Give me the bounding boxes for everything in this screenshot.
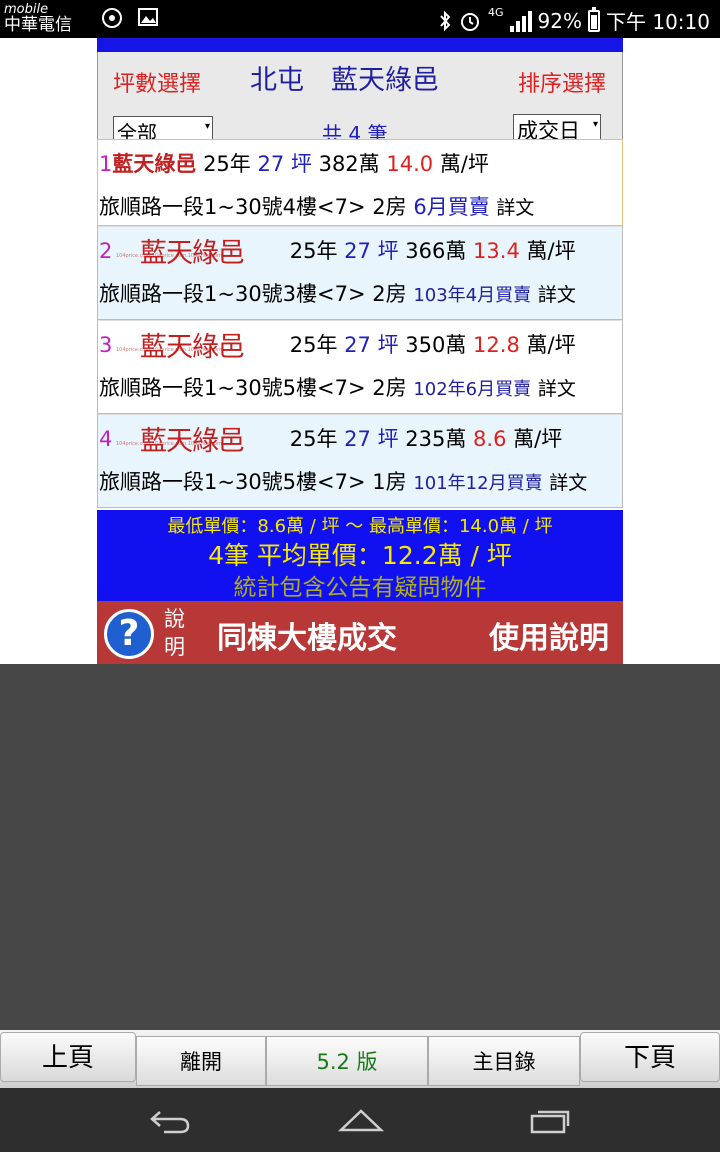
alarm-icon [461,12,480,31]
average-price: 4筆 平均單價：12.2萬 / 坪 [208,541,512,570]
address: 旅順路一段1~30號5樓<7> 1房 [99,470,407,494]
watermark-name: 藍天綠邑 [140,426,245,457]
stats-note: 統計包含公告有疑問物件 [233,575,487,601]
list-item[interactable]: 4 25年 27 坪 235萬 8.6 萬/坪 104price.com.104… [97,414,623,508]
usage-guide-link[interactable]: 使用說明 [489,613,609,657]
leave-button[interactable]: 離開 [136,1036,266,1086]
watermark-name: 藍天綠邑 [140,238,245,269]
page-content: 坪數選擇 北屯 藍天綠邑 排序選擇 全部 ▾ 共 4 筆 成交日 ▾ 1藍天綠邑 2… [97,38,623,664]
help-banner[interactable]: ? 說明 同棟大樓成交 使用說明 [97,601,623,664]
help-label: 說明 [164,607,185,659]
detail-link[interactable]: 詳文 [496,197,534,219]
home-icon[interactable] [338,1108,384,1134]
dropdown-arrow-icon: ▾ [592,119,598,130]
watermark-name: 藍天綠邑 [140,332,245,363]
recent-apps-icon[interactable] [528,1108,572,1134]
building-age: 25年 [289,239,338,263]
carrier-label: mobile 中華電信 [4,2,72,35]
size-filter-label: 坪數選擇 [113,72,202,97]
battery-percent: 92% [537,8,582,33]
help-title: 同棟大樓成交 [217,621,397,656]
building-age: 25年 [203,152,251,176]
record-address: 旅順路一段1~30號5樓<7> 1房 101年12月買賣 詳文 [99,466,587,496]
building-age: 25年 [289,333,338,357]
detail-link[interactable]: 詳文 [549,472,587,494]
deal-date: 103年4月買賣 [413,285,532,306]
record-number: 4 [99,427,113,451]
address: 旅順路一段1~30號3樓<7> 2房 [99,282,407,306]
deal-date: 101年12月買賣 [413,473,543,494]
back-icon[interactable] [148,1108,192,1134]
transaction-list: 1藍天綠邑 25年 27 坪 382萬 14.0 萬/坪 旅順路一段1~30號4… [97,139,623,508]
battery-icon [588,6,600,32]
record-number: 2 [99,239,113,263]
record-address: 旅順路一段1~30號4樓<7> 2房 6月買賣 詳文 [99,191,534,221]
list-item[interactable]: 1藍天綠邑 25年 27 坪 382萬 14.0 萬/坪 旅順路一段1~30號4… [97,139,623,226]
settings-notification-icon [102,8,122,28]
unit-price: 12.8 [473,333,520,357]
unit-price: 14.0 [386,152,434,176]
next-page-button[interactable]: 下頁 [580,1032,720,1082]
building-age: 25年 [289,427,338,451]
detail-link[interactable]: 詳文 [538,284,576,306]
list-item[interactable]: 2 25年 27 坪 366萬 13.4 萬/坪 104price.com.10… [97,226,623,320]
deal-date: 6月買賣 [413,195,490,219]
carrier-bottom: 中華電信 [4,15,72,35]
unit-label: 萬/坪 [526,333,576,357]
question-icon[interactable]: ? [104,609,154,659]
system-nav-bar [0,1088,720,1152]
image-notification-icon [138,8,158,26]
area: 27 坪 [257,152,312,176]
building-name: 藍天綠邑 [112,152,197,176]
record-summary: 1藍天綠邑 25年 27 坪 382萬 14.0 萬/坪 [99,148,489,178]
version-button[interactable]: 5.2 版 [266,1036,428,1086]
building-name-watermark: 104price.com.104price.com.104price.com 藍… [116,419,268,459]
building-name-watermark: 104price.com.104price.com.104price.com 藍… [116,231,268,271]
min-max-price: 最低單價：8.6萬 / 坪 ～ 最高單價：14.0萬 / 坪 [167,516,553,537]
signal-icon [509,10,532,32]
address: 旅順路一段1~30號4樓<7> 2房 [99,195,407,219]
area: 27 坪 [344,333,399,357]
bottom-toolbar: 上頁 離開 5.2 版 主目錄 下頁 [0,1030,720,1088]
page-title: 北屯 藍天綠邑 [250,65,439,96]
clock: 下午 10:10 [606,10,710,34]
list-item[interactable]: 3 25年 27 坪 350萬 12.8 萬/坪 104price.com.10… [97,320,623,414]
unit-price: 8.6 [473,427,507,451]
dropdown-arrow-icon: ▾ [204,121,210,132]
prev-page-button[interactable]: 上頁 [0,1032,136,1082]
area: 27 坪 [344,427,399,451]
deal-date: 102年6月買賣 [413,379,532,400]
unit-label: 萬/坪 [526,239,576,263]
total-price: 350萬 [405,333,467,357]
price-stats: 最低單價：8.6萬 / 坪 ～ 最高單價：14.0萬 / 坪 4筆 平均單價：1… [97,510,623,601]
detail-link[interactable]: 詳文 [538,378,576,400]
status-right: 4G 92% 下午 10:10 [438,6,710,35]
bluetooth-icon [440,10,451,31]
main-menu-button[interactable]: 主目錄 [428,1036,580,1086]
network-type: 4G [488,6,504,19]
unit-price: 13.4 [473,239,520,263]
sort-label: 排序選擇 [517,72,606,97]
total-price: 235萬 [405,427,467,451]
total-price: 366萬 [405,239,467,263]
total-price: 382萬 [318,152,380,176]
area: 27 坪 [344,239,399,263]
record-number: 3 [99,333,113,357]
unit-label: 萬/坪 [513,427,563,451]
record-address: 旅順路一段1~30號5樓<7> 2房 102年6月買賣 詳文 [99,372,576,402]
empty-area [0,664,720,1030]
record-number: 1 [99,152,113,176]
address: 旅順路一段1~30號5樓<7> 2房 [99,376,407,400]
unit-label: 萬/坪 [439,152,489,176]
building-name-watermark: 104price.com.104price.com.104price.com 藍… [116,325,268,365]
top-banner [97,38,623,52]
status-bar: mobile 中華電信 4G 92% 下午 10:10 [0,0,720,38]
record-address: 旅順路一段1~30號3樓<7> 2房 103年4月買賣 詳文 [99,278,576,308]
